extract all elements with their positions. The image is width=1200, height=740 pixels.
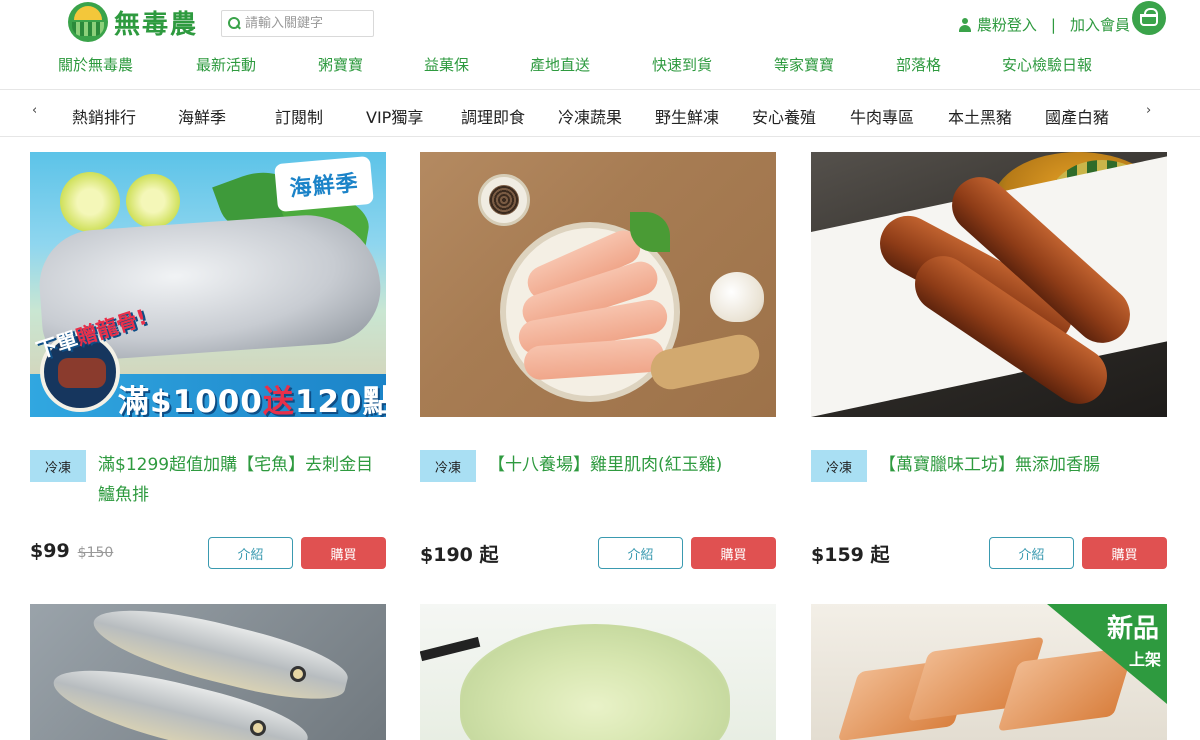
product-price: $190 起 [420, 544, 499, 566]
brand-logo[interactable]: 無毒農 [68, 0, 198, 44]
chevron-right-icon[interactable]: › [1146, 103, 1151, 118]
product-price: $99 $150 [30, 540, 114, 562]
product-card: 冷凍 【十八養場】雞里肌肉(紅玉雞) $190 起 介紹 購買 [420, 152, 776, 582]
category-item[interactable]: 國產白豬 [1045, 104, 1109, 128]
brand-name: 無毒農 [114, 9, 199, 40]
buy-button[interactable]: 購買 [691, 537, 776, 569]
intro-button[interactable]: 介紹 [989, 537, 1074, 569]
promo-text: 滿$1000送120點 [118, 384, 386, 417]
product-price: $159 起 [811, 544, 890, 566]
intro-button[interactable]: 介紹 [598, 537, 683, 569]
product-title[interactable]: 滿$1299超值加購【宅魚】去刺金目鱸魚排 [98, 450, 383, 510]
product-image[interactable] [811, 152, 1167, 417]
frozen-badge: 冷凍 [811, 450, 867, 482]
new-badge-subtext: 上架 [1128, 650, 1161, 669]
product-title[interactable]: 【萬寶臘味工坊】無添加香腸 [879, 450, 1164, 480]
product-card: 冷凍 【萬寶臘味工坊】無添加香腸 $159 起 介紹 購買 [811, 152, 1167, 582]
intro-button[interactable]: 介紹 [208, 537, 293, 569]
frozen-badge: 冷凍 [420, 450, 476, 482]
original-price: $150 [77, 545, 114, 561]
product-image[interactable] [420, 152, 776, 417]
basket-icon [1140, 8, 1158, 26]
search-input[interactable] [245, 16, 365, 31]
account-links: 農粉登入 | 加入會員 [958, 14, 1130, 35]
nav-inspection-report[interactable]: 安心檢驗日報 [1002, 54, 1092, 75]
chevron-left-icon[interactable]: ‹ [32, 103, 37, 118]
frozen-badge: 冷凍 [30, 450, 86, 482]
product-image[interactable]: 海鮮季 下單贈龍骨! 滿$1000送120點 [30, 152, 386, 417]
nav-yiguobao[interactable]: 益菓保 [424, 54, 469, 75]
category-item[interactable]: 調理即食 [461, 104, 525, 128]
category-item[interactable]: 熱銷排行 [72, 104, 136, 128]
season-tag: 海鮮季 [274, 155, 374, 213]
account-separator: | [1050, 15, 1056, 34]
product-card: 新品 上架 [811, 604, 1167, 740]
nav-about[interactable]: 關於無毒農 [58, 54, 133, 75]
nav-blog[interactable]: 部落格 [896, 54, 941, 75]
category-bar: ‹ 熱銷排行 海鮮季 訂閱制 VIP獨享 調理即食 冷凍蔬果 野生鮮凍 安心養殖… [0, 91, 1200, 137]
top-nav: 關於無毒農 最新活動 粥寶寶 益菓保 產地直送 快速到貨 等家寶寶 部落格 安心… [0, 54, 1200, 76]
product-card: 海鮮季 下單贈龍骨! 滿$1000送120點 冷凍 滿$1299超值加購【宅魚】… [30, 152, 386, 582]
product-image[interactable] [420, 604, 776, 740]
product-image[interactable]: 新品 上架 [811, 604, 1167, 740]
buy-button[interactable]: 購買 [1082, 537, 1167, 569]
nav-farm-direct[interactable]: 產地直送 [530, 54, 590, 75]
category-item[interactable]: 冷凍蔬果 [558, 104, 622, 128]
product-card [30, 604, 386, 740]
login-link[interactable]: 農粉登入 [977, 14, 1037, 35]
product-card [420, 604, 776, 740]
category-item[interactable]: 安心養殖 [752, 104, 816, 128]
category-item[interactable]: 訂閱制 [275, 104, 323, 128]
search-box[interactable] [221, 10, 374, 37]
search-icon[interactable] [228, 17, 241, 30]
product-image[interactable] [30, 604, 386, 740]
register-link[interactable]: 加入會員 [1070, 14, 1130, 35]
category-item[interactable]: 牛肉專區 [850, 104, 914, 128]
category-item[interactable]: 海鮮季 [178, 104, 226, 128]
user-icon [958, 17, 971, 32]
nav-dengjia[interactable]: 等家寶寶 [774, 54, 834, 75]
nav-porridge[interactable]: 粥寶寶 [318, 54, 363, 75]
nav-events[interactable]: 最新活動 [196, 54, 256, 75]
site-header: 無毒農 農粉登入 | 加入會員 關於無毒農 最新活動 粥寶寶 益菓保 產地直送 … [0, 0, 1200, 90]
logo-icon [68, 2, 108, 42]
nav-fast-delivery[interactable]: 快速到貨 [652, 54, 712, 75]
category-item[interactable]: VIP獨享 [366, 104, 423, 128]
category-item[interactable]: 野生鮮凍 [655, 104, 719, 128]
buy-button[interactable]: 購買 [301, 537, 386, 569]
cart-button[interactable] [1132, 1, 1166, 35]
category-item[interactable]: 本土黑豬 [948, 104, 1012, 128]
product-title[interactable]: 【十八養場】雞里肌肉(紅玉雞) [488, 450, 773, 480]
new-badge-text: 新品 [1106, 614, 1159, 644]
